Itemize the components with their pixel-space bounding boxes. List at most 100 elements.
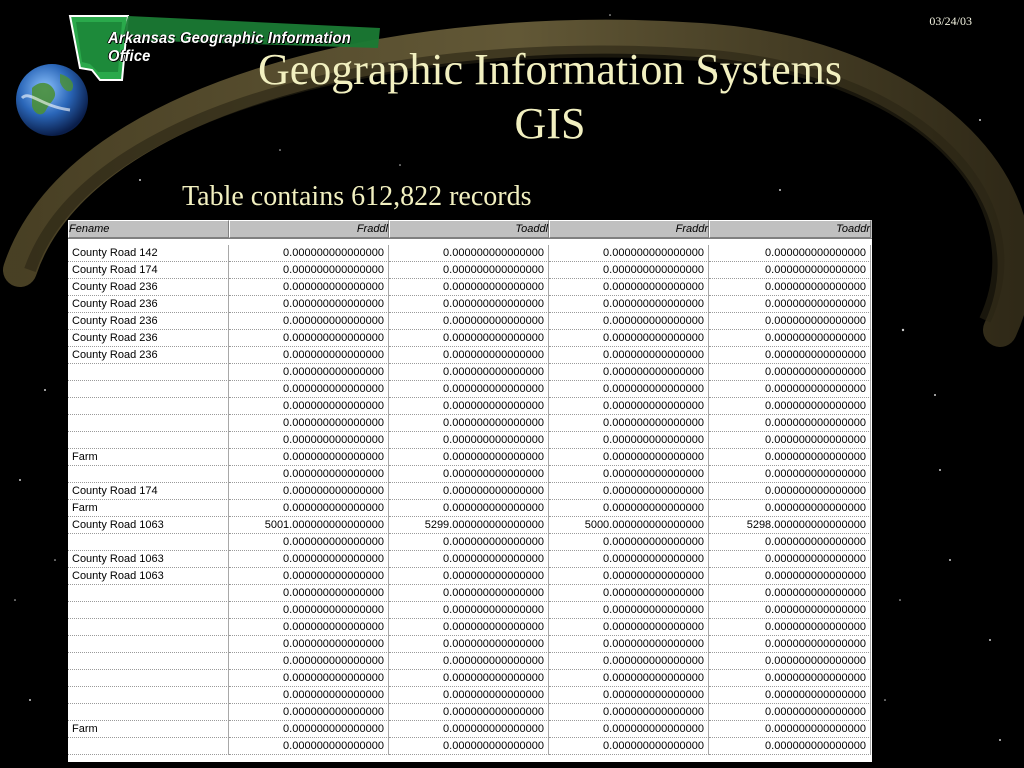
column-header-toaddr[interactable]: Toaddr (709, 220, 871, 238)
table-cell[interactable] (68, 653, 229, 670)
column-header-fename[interactable]: Fename (68, 220, 229, 238)
table-row[interactable]: Farm 0.000000000000000 0.000000000000000 0.… (68, 449, 872, 466)
table-cell[interactable]: 0.000000000000000 (229, 534, 389, 551)
table-cell[interactable]: 0.000000000000000 (389, 704, 549, 721)
table-cell[interactable]: 0.000000000000000 (389, 313, 549, 330)
table-cell[interactable]: 0.000000000000000 (709, 313, 871, 330)
table-cell[interactable]: 0.000000000000000 (709, 568, 871, 585)
table-cell[interactable]: 0.000000000000000 (229, 653, 389, 670)
table-cell[interactable]: 0.000000000000000 (389, 585, 549, 602)
table-cell[interactable]: 0.000000000000000 (709, 449, 871, 466)
table-cell[interactable]: 0.000000000000000 (709, 551, 871, 568)
table-cell[interactable]: County Road 1063 (68, 517, 229, 534)
table-cell[interactable]: 0.000000000000000 (549, 687, 709, 704)
table-cell[interactable]: 0.000000000000000 (229, 245, 389, 262)
table-cell[interactable]: 0.000000000000000 (549, 364, 709, 381)
table-cell[interactable]: 0.000000000000000 (229, 330, 389, 347)
table-cell[interactable]: 0.000000000000000 (389, 330, 549, 347)
table-cell[interactable]: 0.000000000000000 (389, 653, 549, 670)
table-cell[interactable]: 0.000000000000000 (709, 500, 871, 517)
table-cell[interactable]: 0.000000000000000 (709, 670, 871, 687)
table-cell[interactable]: 0.000000000000000 (549, 262, 709, 279)
table-cell[interactable]: 0.000000000000000 (549, 245, 709, 262)
table-cell[interactable]: 0.000000000000000 (229, 432, 389, 449)
table-row[interactable]: 0.000000000000000 0.000000000000000 0.0000… (68, 415, 872, 432)
table-cell[interactable]: 0.000000000000000 (389, 687, 549, 704)
table-cell[interactable]: 0.000000000000000 (389, 483, 549, 500)
table-cell[interactable]: 0.000000000000000 (389, 721, 549, 738)
table-row[interactable]: County Road 1063 0.000000000000000 0.00000… (68, 551, 872, 568)
column-header-fraddl[interactable]: Fraddl (229, 220, 389, 238)
table-cell[interactable]: 0.000000000000000 (389, 381, 549, 398)
table-cell[interactable] (68, 585, 229, 602)
table-cell[interactable]: 0.000000000000000 (229, 687, 389, 704)
table-cell[interactable]: 0.000000000000000 (229, 262, 389, 279)
table-cell[interactable] (68, 636, 229, 653)
table-cell[interactable]: County Road 236 (68, 330, 229, 347)
table-cell[interactable]: 0.000000000000000 (549, 636, 709, 653)
table-row[interactable]: 0.000000000000000 0.000000000000000 0.0000… (68, 619, 872, 636)
table-row[interactable]: 0.000000000000000 0.000000000000000 0.0000… (68, 687, 872, 704)
table-cell[interactable]: 0.000000000000000 (549, 381, 709, 398)
table-cell[interactable]: 0.000000000000000 (389, 398, 549, 415)
table-cell[interactable]: 0.000000000000000 (229, 449, 389, 466)
table-row[interactable]: County Road 174 0.000000000000000 0.000000… (68, 483, 872, 500)
table-cell[interactable]: 0.000000000000000 (389, 568, 549, 585)
table-row[interactable]: County Road 236 0.000000000000000 0.000000… (68, 279, 872, 296)
table-cell[interactable] (68, 670, 229, 687)
table-cell[interactable]: 0.000000000000000 (549, 466, 709, 483)
table-row[interactable]: 0.000000000000000 0.000000000000000 0.0000… (68, 432, 872, 449)
table-row[interactable]: Farm 0.000000000000000 0.000000000000000 0.… (68, 500, 872, 517)
table-cell[interactable] (68, 738, 229, 755)
table-cell[interactable]: County Road 236 (68, 313, 229, 330)
table-cell[interactable]: 0.000000000000000 (549, 534, 709, 551)
table-cell[interactable]: 0.000000000000000 (549, 738, 709, 755)
table-row[interactable]: County Road 236 0.000000000000000 0.000000… (68, 347, 872, 364)
table-row[interactable]: County Road 1063 5001.000000000000000 5299… (68, 517, 872, 534)
table-cell[interactable]: 0.000000000000000 (549, 653, 709, 670)
table-cell[interactable]: County Road 236 (68, 347, 229, 364)
table-cell[interactable]: 0.000000000000000 (229, 585, 389, 602)
table-cell[interactable]: 0.000000000000000 (549, 500, 709, 517)
table-cell[interactable]: 0.000000000000000 (709, 738, 871, 755)
table-cell[interactable] (68, 364, 229, 381)
table-cell[interactable]: 0.000000000000000 (389, 670, 549, 687)
table-cell[interactable]: 0.000000000000000 (549, 483, 709, 500)
table-cell[interactable]: 0.000000000000000 (229, 347, 389, 364)
table-cell[interactable]: 0.000000000000000 (709, 721, 871, 738)
table-cell[interactable] (68, 687, 229, 704)
table-cell[interactable]: 0.000000000000000 (389, 466, 549, 483)
table-cell[interactable]: 0.000000000000000 (549, 347, 709, 364)
table-cell[interactable]: 0.000000000000000 (389, 296, 549, 313)
table-cell[interactable]: 0.000000000000000 (709, 619, 871, 636)
table-cell[interactable] (68, 398, 229, 415)
table-cell[interactable]: 0.000000000000000 (709, 262, 871, 279)
table-row[interactable]: Farm 0.000000000000000 0.000000000000000 0.… (68, 721, 872, 738)
table-cell[interactable]: 0.000000000000000 (389, 551, 549, 568)
table-cell[interactable]: 0.000000000000000 (549, 449, 709, 466)
table-cell[interactable]: Farm (68, 449, 229, 466)
table-cell[interactable] (68, 415, 229, 432)
table-row[interactable]: 0.000000000000000 0.000000000000000 0.0000… (68, 364, 872, 381)
table-cell[interactable]: 0.000000000000000 (549, 279, 709, 296)
table-cell[interactable]: 0.000000000000000 (709, 653, 871, 670)
table-cell[interactable]: County Road 1063 (68, 551, 229, 568)
table-cell[interactable]: 0.000000000000000 (229, 721, 389, 738)
table-cell[interactable]: 0.000000000000000 (549, 602, 709, 619)
table-row[interactable]: 0.000000000000000 0.000000000000000 0.0000… (68, 704, 872, 721)
table-cell[interactable]: 0.000000000000000 (709, 585, 871, 602)
table-cell[interactable]: 0.000000000000000 (229, 415, 389, 432)
table-cell[interactable]: 0.000000000000000 (389, 619, 549, 636)
table-row[interactable]: 0.000000000000000 0.000000000000000 0.0000… (68, 466, 872, 483)
table-cell[interactable]: 5001.000000000000000 (229, 517, 389, 534)
column-header-fraddr[interactable]: Fraddr (549, 220, 709, 238)
table-cell[interactable]: 0.000000000000000 (389, 279, 549, 296)
table-cell[interactable]: 0.000000000000000 (389, 364, 549, 381)
table-cell[interactable]: 5000.000000000000000 (549, 517, 709, 534)
table-cell[interactable]: 0.000000000000000 (229, 313, 389, 330)
table-cell[interactable] (68, 619, 229, 636)
table-row[interactable]: County Road 142 0.000000000000000 0.000000… (68, 245, 872, 262)
table-cell[interactable]: 0.000000000000000 (549, 432, 709, 449)
table-cell[interactable]: County Road 174 (68, 262, 229, 279)
table-cell[interactable]: 0.000000000000000 (549, 619, 709, 636)
